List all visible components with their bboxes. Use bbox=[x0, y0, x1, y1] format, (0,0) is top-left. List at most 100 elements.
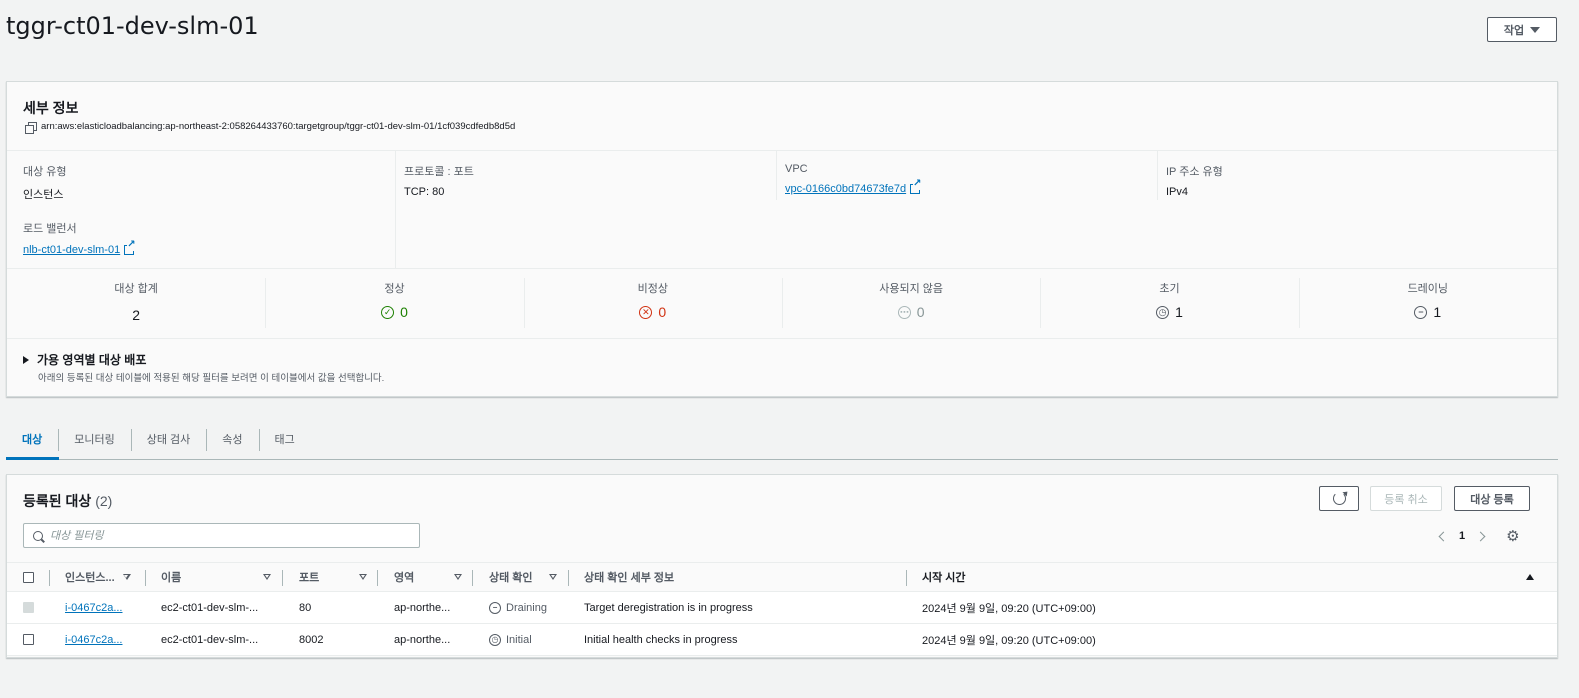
start-time-cell: 2024년 9월 9일, 09:20 (UTC+09:00) bbox=[922, 602, 1096, 615]
chevron-right-icon[interactable] bbox=[1475, 531, 1486, 541]
stat-value: 0 bbox=[916, 304, 925, 320]
column-divider bbox=[395, 150, 396, 268]
minus-circle-icon: − bbox=[1414, 305, 1428, 319]
stat-label: 비정상 bbox=[637, 283, 668, 295]
targets-table: 인스턴스... 이름 포트 영역 상태 확인 상태 확인 세부 정보 시작 시간… bbox=[7, 562, 1557, 656]
load-balancer-field: nlb-ct01-dev-slm-01 bbox=[23, 239, 136, 256]
actions-button-label: 작업 bbox=[1503, 24, 1525, 37]
vpc-label: VPC bbox=[785, 163, 808, 175]
external-link-icon[interactable] bbox=[124, 239, 136, 255]
stat-value-row: − 1 bbox=[1299, 304, 1557, 320]
column-header-name[interactable]: 이름 bbox=[161, 563, 279, 591]
stat-healthy: 정상 ✓ 0 bbox=[265, 269, 523, 337]
column-header-health-details[interactable]: 상태 확인 세부 정보 bbox=[584, 563, 674, 591]
check-circle-icon: ✓ bbox=[381, 305, 395, 319]
table-row[interactable]: i-0467c2a... ec2-ct01-dev-slm-... 80 ap-… bbox=[7, 592, 1557, 624]
refresh-button[interactable] bbox=[1319, 486, 1359, 511]
filter-box[interactable] bbox=[23, 523, 420, 548]
tab-health-checks[interactable]: 상태 검사 bbox=[130, 426, 207, 452]
stat-unused: 사용되지 않음 ⋯ 0 bbox=[781, 269, 1040, 337]
port-cell: 80 bbox=[299, 601, 312, 614]
row-checkbox[interactable] bbox=[23, 602, 34, 613]
vpc-field: VPC vpc-0166c0bd74673fe7d bbox=[785, 150, 922, 195]
filter-input[interactable] bbox=[50, 529, 410, 542]
column-header-instance[interactable]: 인스턴스... bbox=[65, 563, 145, 591]
sort-icon bbox=[549, 574, 557, 580]
target-type-label: 대상 유형 bbox=[23, 166, 67, 178]
stat-label: 대상 합계 bbox=[114, 283, 158, 295]
stat-value: 0 bbox=[658, 304, 667, 320]
ip-type-field: IP 주소 유형 IPv4 bbox=[1166, 150, 1223, 198]
stat-label: 드레이닝 bbox=[1407, 283, 1449, 295]
stat-value: 0 bbox=[400, 304, 408, 320]
copy-icon[interactable] bbox=[25, 121, 37, 134]
ip-type-value: IPv4 bbox=[1166, 186, 1189, 198]
chevron-left-icon[interactable] bbox=[1438, 531, 1449, 541]
health-details-cell: Initial health checks in progress bbox=[584, 633, 738, 646]
az-expander[interactable]: 가용 영역별 대상 배포 bbox=[23, 351, 146, 368]
tab-targets[interactable]: 대상 bbox=[6, 426, 58, 452]
row-checkbox[interactable] bbox=[23, 634, 34, 645]
column-separator bbox=[377, 570, 378, 586]
column-separator bbox=[282, 570, 283, 586]
column-header-port[interactable]: 포트 bbox=[299, 563, 367, 591]
clock-icon: ◷ bbox=[489, 633, 501, 646]
ip-type-label: IP 주소 유형 bbox=[1166, 166, 1223, 178]
table-row[interactable]: i-0467c2a... ec2-ct01-dev-slm-... 8002 a… bbox=[7, 624, 1557, 656]
arn-text: arn:aws:elasticloadbalancing:ap-northeas… bbox=[41, 121, 516, 132]
sort-icon bbox=[454, 574, 462, 580]
start-time-cell: 2024년 9월 9일, 09:20 (UTC+09:00) bbox=[922, 634, 1096, 647]
instance-link[interactable]: i-0467c2a... bbox=[65, 592, 122, 623]
protocol-field: 프로토콜 : 포트 TCP: 80 bbox=[404, 150, 474, 198]
sort-icon bbox=[122, 574, 131, 580]
deregister-button[interactable]: 등록 취소 bbox=[1370, 486, 1442, 511]
load-balancer-link[interactable]: nlb-ct01-dev-slm-01 bbox=[23, 244, 120, 256]
target-type-field: 대상 유형 인스턴스 로드 밸런서 nlb-ct01-dev-slm-01 bbox=[23, 150, 136, 256]
x-circle-icon: ✕ bbox=[639, 305, 653, 319]
ellipsis-circle-icon: ⋯ bbox=[897, 305, 911, 319]
column-label: 상태 확인 bbox=[489, 572, 533, 584]
tab-tags[interactable]: 태그 bbox=[258, 426, 311, 452]
column-divider bbox=[776, 150, 777, 200]
row-checkbox-cell bbox=[23, 592, 34, 623]
details-heading: 세부 정보 bbox=[23, 100, 79, 116]
column-label: 이름 bbox=[161, 572, 182, 584]
vpc-value: vpc-0166c0bd74673fe7d bbox=[785, 178, 922, 195]
sort-ascending-icon bbox=[1526, 574, 1534, 580]
tab-bar: 대상 모니터링 상태 검사 속성 태그 bbox=[6, 418, 1558, 460]
column-header-health[interactable]: 상태 확인 bbox=[489, 563, 557, 591]
column-separator bbox=[568, 570, 569, 586]
divider bbox=[7, 150, 1557, 151]
targets-count: (2) bbox=[95, 493, 113, 509]
load-balancer-label: 로드 밸런서 bbox=[23, 223, 77, 235]
stat-value-row: ◷ 1 bbox=[1040, 304, 1298, 320]
arn-row: arn:aws:elasticloadbalancing:ap-northeas… bbox=[25, 121, 516, 134]
active-tab-indicator bbox=[6, 457, 59, 460]
column-header-zone[interactable]: 영역 bbox=[394, 563, 462, 591]
caret-right-icon bbox=[23, 355, 29, 364]
column-label: 포트 bbox=[299, 572, 320, 584]
zone-cell: ap-northe... bbox=[394, 633, 451, 646]
details-card: 세부 정보 arn:aws:elasticloadbalancing:ap-no… bbox=[6, 81, 1558, 397]
name-cell: ec2-ct01-dev-slm-... bbox=[161, 601, 259, 614]
external-link-icon[interactable] bbox=[910, 178, 922, 194]
clock-icon: ◷ bbox=[1156, 305, 1170, 319]
column-header-start-time[interactable]: 시작 시간 bbox=[922, 563, 966, 591]
sort-ascending-cell[interactable] bbox=[1526, 563, 1534, 591]
column-separator bbox=[472, 570, 473, 586]
tab-attributes[interactable]: 속성 bbox=[206, 426, 258, 452]
az-description: 아래의 등록된 대상 테이블에 적용된 해당 필터를 보려면 이 테이블에서 값… bbox=[38, 373, 385, 384]
actions-button[interactable]: 작업 bbox=[1487, 17, 1557, 42]
page-number[interactable]: 1 bbox=[1459, 530, 1465, 542]
select-all-checkbox[interactable] bbox=[23, 571, 34, 583]
gear-icon[interactable]: ⚙ bbox=[1506, 527, 1519, 545]
refresh-icon bbox=[1332, 492, 1346, 505]
register-targets-button[interactable]: 대상 등록 bbox=[1454, 486, 1530, 511]
vpc-link[interactable]: vpc-0166c0bd74673fe7d bbox=[785, 183, 906, 195]
health-status: Draining bbox=[506, 601, 547, 614]
tab-monitoring[interactable]: 모니터링 bbox=[58, 426, 130, 452]
instance-link[interactable]: i-0467c2a... bbox=[65, 624, 122, 655]
page-title: tggr-ct01-dev-slm-01 bbox=[6, 12, 259, 40]
protocol-label: 프로토콜 : 포트 bbox=[404, 166, 474, 178]
az-distribution-section: 가용 영역별 대상 배포 아래의 등록된 대상 테이블에 적용된 해당 필터를 … bbox=[7, 338, 1557, 398]
